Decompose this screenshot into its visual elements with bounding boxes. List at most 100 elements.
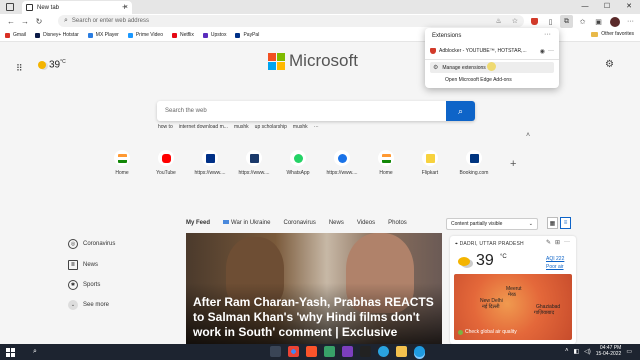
quick-link-player[interactable]: https://www.... [320, 150, 364, 176]
windows-start-icon[interactable] [6, 347, 15, 357]
adblock-extension-icon[interactable] [528, 15, 541, 28]
air-quality-map[interactable]: Meerut मेरठ New Delhi नई दिल्ली Ghaziaba… [454, 274, 572, 340]
favorite-paypal[interactable]: PayPal [235, 32, 259, 38]
chevron-down-icon: ⌄ [68, 299, 78, 310]
weather-more-icon[interactable]: ··· [564, 239, 570, 246]
extension-item-adblocker[interactable]: Adblocker - YOUTUBE™, HOTSTAR,... ◉ ··· [430, 46, 554, 56]
reload-button[interactable]: ↻ [32, 17, 46, 26]
favorite-star-icon[interactable]: ☆ [512, 17, 518, 25]
quick-link-youtube[interactable]: YouTube [144, 150, 188, 176]
trending-item[interactable]: how to [158, 124, 173, 130]
hero-news-card[interactable]: After Ram Charan-Yash, Prabhas REACTS to… [186, 233, 442, 344]
edit-icon[interactable]: ✎ [546, 239, 551, 246]
trending-item[interactable]: up scholarship [255, 124, 287, 130]
quick-link-home-2[interactable]: Home [364, 150, 408, 176]
quick-link-home[interactable]: Home [100, 150, 144, 176]
tab-coronavirus[interactable]: Coronavirus [283, 220, 315, 226]
maximize-button[interactable]: ☐ [596, 0, 618, 14]
menu-item-see-more[interactable]: ⌄ See more [68, 299, 115, 310]
tab-actions-icon[interactable] [6, 3, 14, 11]
favorites-icon[interactable]: ✩ [576, 15, 589, 28]
tab-war-in-ukraine[interactable]: War in Ukraine [223, 220, 270, 226]
search-button[interactable]: ⌕ [446, 101, 475, 121]
minimize-button[interactable]: — [574, 0, 596, 14]
tab-news[interactable]: News [329, 220, 344, 226]
favorite-hotstar[interactable]: Disney+ Hotstar [35, 32, 79, 38]
extension-more-icon[interactable]: ··· [548, 48, 554, 54]
favorite-gmail[interactable]: Gmail [5, 32, 26, 38]
favorite-netflix[interactable]: Netflix [172, 32, 194, 38]
brave-icon[interactable] [306, 346, 317, 357]
back-button[interactable]: ← [4, 17, 18, 26]
address-bar[interactable]: ⌕ Search or enter web address ♨ ☆ [58, 15, 524, 27]
microsoft-logo-icon [268, 52, 285, 70]
aqi-label[interactable]: Poor air [546, 264, 564, 270]
collections-icon[interactable]: ▣ [592, 15, 605, 28]
quick-link-whatsapp[interactable]: WhatsApp [276, 150, 320, 176]
camtasia-icon[interactable] [324, 346, 335, 357]
taskbar-search-icon[interactable]: ⌕ [33, 348, 37, 356]
clock[interactable]: 04:47 PM 15-04-2022 [596, 345, 622, 357]
sports-ball-icon: ✱ [68, 279, 78, 290]
tab-my-feed[interactable]: My Feed [186, 220, 210, 226]
trending-item[interactable]: internet download m... [179, 124, 228, 130]
close-window-button[interactable]: ✕ [618, 0, 640, 14]
open-addons-link[interactable]: Open Microsoft Edge Add-ons [445, 77, 512, 83]
terminal-icon[interactable] [360, 346, 371, 357]
page-settings-gear-icon[interactable]: ⚙ [605, 59, 614, 70]
quick-link-site[interactable]: https://www.... [232, 150, 276, 176]
menu-item-coronavirus[interactable]: ◎ Coronavirus [68, 238, 115, 249]
collapse-chevron-icon[interactable]: ˄ [526, 132, 530, 139]
favorite-upstox[interactable]: Upstox [202, 32, 226, 38]
quick-link-paypal[interactable]: https://www.... [188, 150, 232, 176]
network-icon[interactable]: ◧ [573, 348, 579, 355]
split-screen-icon[interactable]: ▯ [544, 15, 557, 28]
menu-item-news[interactable]: ≣ News [68, 259, 115, 270]
check-air-quality-link[interactable]: Check global air quality [458, 329, 517, 335]
trending-item[interactable]: mushk [234, 124, 249, 130]
weather-widget[interactable]: 39°C [38, 59, 66, 70]
eye-visibility-icon[interactable]: ◉ [540, 48, 545, 55]
expand-icon[interactable]: ⊞ [555, 239, 560, 246]
quick-link-booking[interactable]: Booking.com [452, 150, 496, 176]
extensions-more-icon[interactable]: ··· [544, 31, 551, 38]
telegram-icon[interactable] [378, 346, 389, 357]
new-tab-button[interactable]: + [122, 2, 127, 12]
quick-link-flipkart[interactable]: Flipkart [408, 150, 452, 176]
file-explorer-icon[interactable] [396, 346, 407, 357]
weather-card[interactable]: ⌖ DADRI, UTTAR PRADESH ✎ ⊞ ··· 39 °C AQI… [450, 236, 576, 344]
edge-icon[interactable] [414, 346, 425, 357]
add-site-button[interactable]: + [510, 158, 516, 170]
tab-videos[interactable]: Videos [357, 220, 375, 226]
divider [425, 59, 559, 60]
forward-button[interactable]: → [18, 17, 32, 26]
content-visibility-select[interactable]: Content partially visible ⌄ [446, 218, 538, 230]
volume-icon[interactable]: ◁) [584, 348, 591, 355]
trending-more[interactable]: ··· [314, 124, 319, 130]
trending-item[interactable]: mushk [293, 124, 308, 130]
tray-chevron-icon[interactable]: ˄ [565, 348, 569, 354]
settings-menu-icon[interactable]: ··· [624, 15, 637, 28]
extensions-puzzle-icon[interactable]: ⧉ [560, 15, 573, 28]
weather-card-unit: °C [500, 254, 507, 260]
profile-avatar[interactable] [608, 15, 621, 28]
favorite-mx-player[interactable]: MX Player [87, 32, 119, 38]
read-aloud-icon[interactable]: ♨ [495, 17, 501, 25]
pycharm-icon[interactable] [342, 346, 353, 357]
other-favorites[interactable]: Other favorites [591, 31, 634, 37]
gear-icon: ⚙ [433, 65, 439, 71]
menu-item-sports[interactable]: ✱ Sports [68, 279, 115, 290]
tab-new-tab[interactable]: New tab × [22, 1, 132, 14]
manage-extensions-item[interactable]: ⚙ Manage extensions [430, 62, 554, 73]
app-launcher-icon[interactable]: ⠿ [16, 63, 23, 74]
aqi-value[interactable]: AQI 222 [546, 256, 564, 262]
tab-photos[interactable]: Photos [388, 220, 407, 226]
list-view-icon[interactable]: ≡ [560, 217, 571, 229]
notifications-icon[interactable]: ▭ [626, 348, 632, 355]
chrome-icon[interactable] [288, 346, 299, 357]
search-input[interactable]: Search the web [157, 108, 446, 114]
task-view-icon[interactable] [270, 346, 281, 357]
web-search-box[interactable]: Search the web ⌕ [157, 101, 475, 121]
grid-view-icon[interactable]: ▦ [547, 217, 558, 229]
favorite-prime-video[interactable]: Prime Video [127, 32, 163, 38]
